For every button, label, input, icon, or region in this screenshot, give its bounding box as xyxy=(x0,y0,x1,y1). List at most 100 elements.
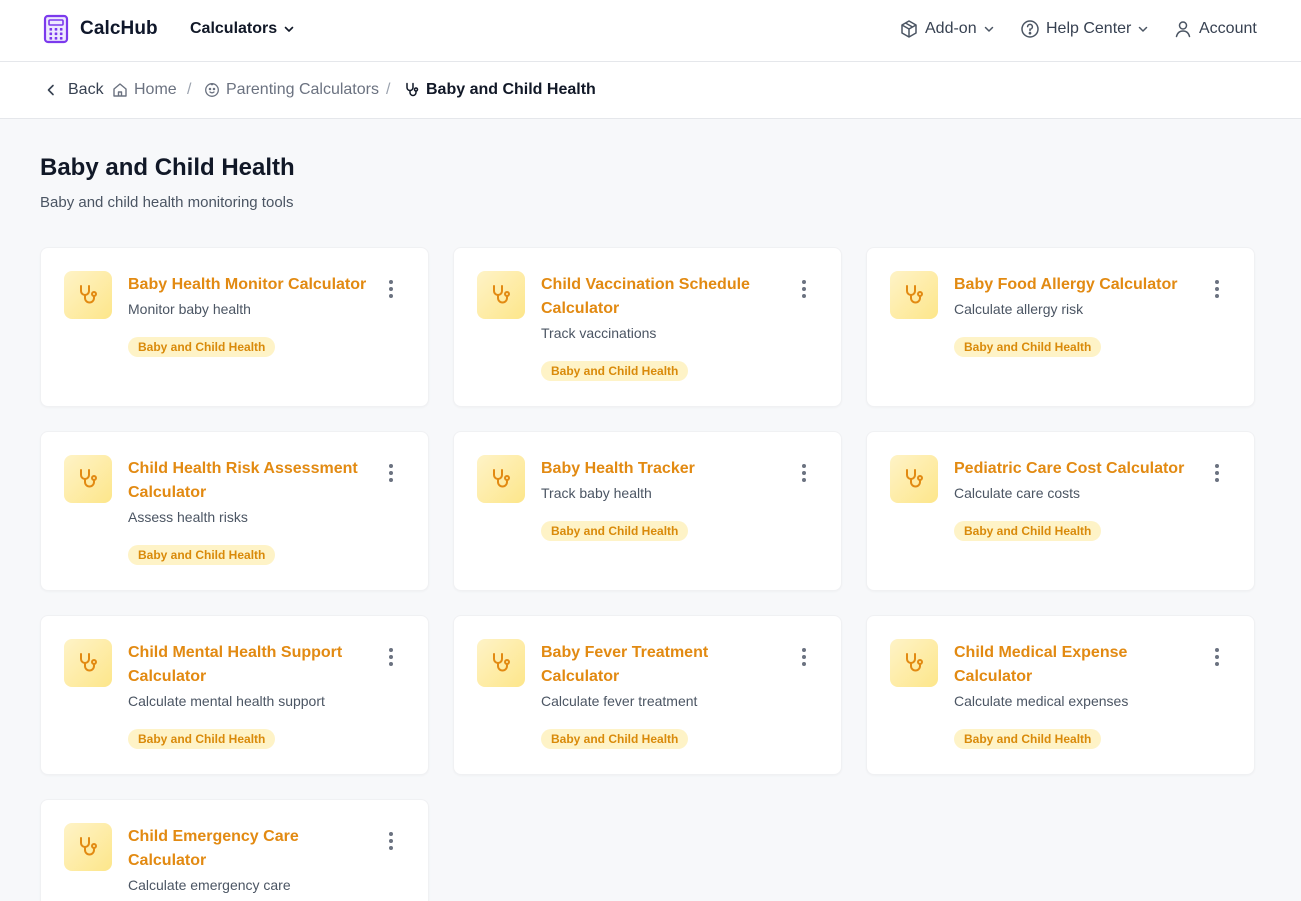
card-description: Assess health risks xyxy=(128,509,248,525)
breadcrumb-current-label: Baby and Child Health xyxy=(426,81,596,98)
card-title[interactable]: Child Mental Health Support Calculator xyxy=(128,641,368,689)
baby-face-icon xyxy=(205,83,219,97)
card-description: Calculate fever treatment xyxy=(541,693,698,709)
calculator-card[interactable]: Child Emergency Care Calculator Calculat… xyxy=(40,799,429,901)
card-title[interactable]: Child Vaccination Schedule Calculator xyxy=(541,273,781,321)
addon-menu[interactable]: Add-on xyxy=(899,19,995,39)
help-circle-icon xyxy=(1021,20,1039,38)
home-icon xyxy=(113,83,127,97)
help-center-menu[interactable]: Help Center xyxy=(1020,19,1149,39)
user-icon xyxy=(1175,21,1191,38)
category-tag: Baby and Child Health xyxy=(128,337,276,357)
account-menu[interactable]: Account xyxy=(1173,19,1257,39)
card-icon-tile xyxy=(64,271,112,319)
card-description: Track vaccinations xyxy=(541,325,657,341)
card-title[interactable]: Baby Health Monitor Calculator xyxy=(128,273,368,297)
card-icon-tile xyxy=(477,639,525,687)
stethoscope-icon xyxy=(906,285,923,304)
calculator-card[interactable]: Child Mental Health Support Calculator C… xyxy=(40,615,429,775)
card-description: Calculate emergency care xyxy=(128,877,291,893)
category-tag: Baby and Child Health xyxy=(541,729,689,749)
more-options-icon[interactable] xyxy=(388,648,394,666)
card-description: Calculate allergy risk xyxy=(954,301,1084,317)
card-description: Monitor baby health xyxy=(128,301,251,317)
more-options-icon[interactable] xyxy=(801,464,807,482)
more-options-icon[interactable] xyxy=(1214,648,1220,666)
more-options-icon[interactable] xyxy=(801,648,807,666)
chevron-left-icon xyxy=(47,84,54,96)
more-options-icon[interactable] xyxy=(388,464,394,482)
card-title[interactable]: Pediatric Care Cost Calculator xyxy=(954,457,1194,481)
calculators-menu[interactable]: Calculators xyxy=(190,20,295,38)
card-title[interactable]: Child Medical Expense Calculator xyxy=(954,641,1194,689)
more-options-icon[interactable] xyxy=(801,280,807,298)
top-nav: CalcHub Calculators Add-on Help Center A… xyxy=(0,0,1301,62)
calculator-card[interactable]: Baby Health Tracker Track baby health Ba… xyxy=(453,431,842,591)
stethoscope-icon xyxy=(80,653,97,672)
package-icon xyxy=(901,20,917,38)
card-title[interactable]: Child Health Risk Assessment Calculator xyxy=(128,457,368,505)
stethoscope-icon xyxy=(80,469,97,488)
help-center-label: Help Center xyxy=(1046,20,1132,37)
calculator-icon[interactable] xyxy=(43,14,69,44)
card-body: Baby Food Allergy Calculator Calculate a… xyxy=(954,273,1194,357)
breadcrumb-current: Baby and Child Health xyxy=(404,81,596,99)
breadcrumb-separator: / xyxy=(386,81,391,98)
card-description: Calculate medical expenses xyxy=(954,693,1129,709)
card-body: Child Medical Expense Calculator Calcula… xyxy=(954,641,1194,749)
calculator-card[interactable]: Pediatric Care Cost Calculator Calculate… xyxy=(866,431,1255,591)
card-body: Pediatric Care Cost Calculator Calculate… xyxy=(954,457,1194,541)
back-label: Back xyxy=(68,81,104,98)
back-button[interactable]: Back xyxy=(44,81,104,99)
stethoscope-icon xyxy=(80,837,97,856)
card-description: Calculate care costs xyxy=(954,485,1081,501)
category-tag: Baby and Child Health xyxy=(541,361,689,381)
account-label: Account xyxy=(1199,20,1257,37)
stethoscope-icon xyxy=(906,469,923,488)
card-icon-tile xyxy=(477,455,525,503)
card-body: Baby Health Monitor Calculator Monitor b… xyxy=(128,273,368,357)
card-icon-tile xyxy=(890,271,938,319)
card-body: Child Health Risk Assessment Calculator … xyxy=(128,457,368,565)
calculator-card[interactable]: Baby Fever Treatment Calculator Calculat… xyxy=(453,615,842,775)
chevron-down-icon xyxy=(984,26,993,32)
category-tag: Baby and Child Health xyxy=(954,521,1102,541)
card-body: Child Vaccination Schedule Calculator Tr… xyxy=(541,273,781,381)
card-body: Baby Fever Treatment Calculator Calculat… xyxy=(541,641,781,749)
breadcrumb-parenting[interactable]: Parenting Calculators xyxy=(204,81,379,99)
category-tag: Baby and Child Health xyxy=(128,545,276,565)
breadcrumb-separator: / xyxy=(187,81,192,98)
stethoscope-icon xyxy=(493,469,510,488)
card-body: Baby Health Tracker Track baby health Ba… xyxy=(541,457,781,541)
card-title[interactable]: Child Emergency Care Calculator xyxy=(128,825,368,873)
card-description: Calculate mental health support xyxy=(128,693,325,709)
card-body: Child Emergency Care Calculator Calculat… xyxy=(128,825,368,895)
calculator-card[interactable]: Baby Food Allergy Calculator Calculate a… xyxy=(866,247,1255,407)
calculator-card[interactable]: Child Vaccination Schedule Calculator Tr… xyxy=(453,247,842,407)
stethoscope-icon xyxy=(906,653,923,672)
card-icon-tile xyxy=(64,639,112,687)
breadcrumb-home[interactable]: Home xyxy=(112,81,177,99)
chevron-down-icon xyxy=(284,26,294,32)
calculator-card[interactable]: Child Medical Expense Calculator Calcula… xyxy=(866,615,1255,775)
card-icon-tile xyxy=(890,455,938,503)
stethoscope-icon xyxy=(493,653,510,672)
more-options-icon[interactable] xyxy=(1214,280,1220,298)
more-options-icon[interactable] xyxy=(1214,464,1220,482)
brand-name[interactable]: CalcHub xyxy=(80,18,158,40)
breadcrumb-home-label: Home xyxy=(134,81,177,98)
more-options-icon[interactable] xyxy=(388,832,394,850)
category-tag: Baby and Child Health xyxy=(128,729,276,749)
category-tag: Baby and Child Health xyxy=(954,337,1102,357)
card-title[interactable]: Baby Health Tracker xyxy=(541,457,781,481)
chevron-down-icon xyxy=(1139,26,1148,32)
card-title[interactable]: Baby Fever Treatment Calculator xyxy=(541,641,781,689)
page-title: Baby and Child Health xyxy=(40,154,295,181)
calculator-card[interactable]: Baby Health Monitor Calculator Monitor b… xyxy=(40,247,429,407)
more-options-icon[interactable] xyxy=(388,280,394,298)
category-tag: Baby and Child Health xyxy=(954,729,1102,749)
stethoscope-icon xyxy=(406,82,419,97)
category-tag: Baby and Child Health xyxy=(541,521,689,541)
card-title[interactable]: Baby Food Allergy Calculator xyxy=(954,273,1194,297)
calculator-card[interactable]: Child Health Risk Assessment Calculator … xyxy=(40,431,429,591)
